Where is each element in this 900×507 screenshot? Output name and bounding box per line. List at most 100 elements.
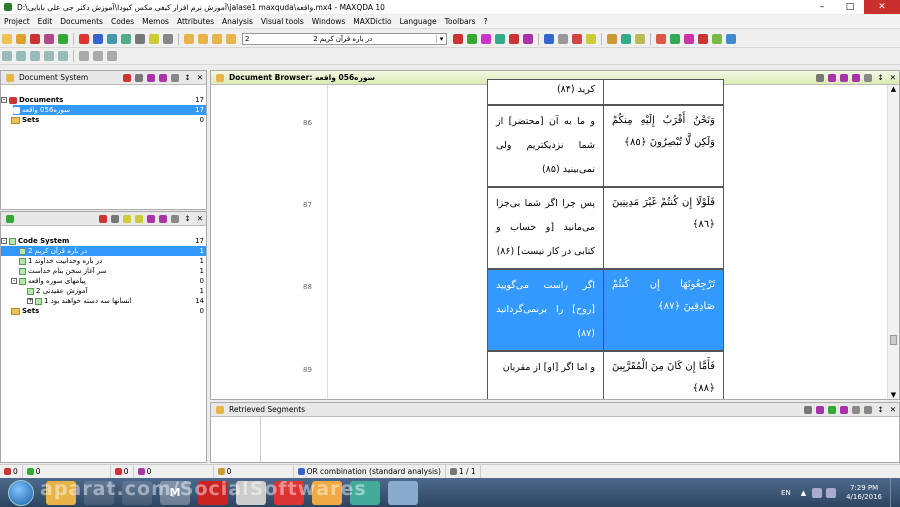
chain-icon[interactable]: [79, 34, 89, 44]
close-icon[interactable]: ✕: [194, 214, 206, 223]
menu-documents[interactable]: Documents: [56, 17, 107, 26]
highlight-icon[interactable]: [467, 34, 477, 44]
shield-icon[interactable]: [607, 34, 617, 44]
sigma-icon[interactable]: [544, 34, 554, 44]
bars-icon[interactable]: [712, 34, 722, 44]
code-sets-item[interactable]: Sets 0: [1, 306, 206, 316]
export-icon[interactable]: [147, 73, 156, 82]
close-icon[interactable]: ✕: [194, 73, 206, 82]
menu-edit[interactable]: Edit: [34, 17, 57, 26]
print-icon[interactable]: [816, 73, 825, 82]
search-icon[interactable]: [163, 34, 173, 44]
print-icon[interactable]: [804, 405, 813, 414]
collapse-toggle[interactable]: -: [1, 238, 7, 244]
people-icon[interactable]: [656, 34, 666, 44]
code-item-selected[interactable]: در باره قرآن کریم 2 1: [1, 246, 206, 256]
arrow-right-icon[interactable]: [30, 51, 40, 61]
collapse-icon[interactable]: [93, 51, 103, 61]
overview-icon[interactable]: [572, 34, 582, 44]
volume-icon[interactable]: [826, 487, 837, 498]
code-system-root[interactable]: - Code System 17: [1, 236, 206, 246]
import-icon[interactable]: [30, 34, 40, 44]
emoticode-icon[interactable]: [495, 34, 505, 44]
show-desktop-button[interactable]: [890, 478, 900, 507]
filter-icon[interactable]: [159, 73, 168, 82]
tree-icon[interactable]: [684, 34, 694, 44]
pin-icon[interactable]: ↕: [181, 73, 193, 82]
memo-icon[interactable]: [840, 405, 849, 414]
taskbar-window-icon[interactable]: [388, 480, 418, 505]
export-icon[interactable]: [816, 405, 825, 414]
refresh-icon[interactable]: [58, 51, 68, 61]
export-icon[interactable]: [147, 214, 156, 223]
new-project-icon[interactable]: [2, 34, 12, 44]
filter-icon[interactable]: [159, 214, 168, 223]
table-icon[interactable]: [121, 34, 131, 44]
pin-icon[interactable]: ↕: [181, 214, 193, 223]
activate-icon[interactable]: [123, 73, 132, 82]
book-icon[interactable]: [621, 34, 631, 44]
close-icon[interactable]: ✕: [887, 73, 899, 82]
chart-icon[interactable]: [670, 34, 680, 44]
documents-root[interactable]: - Documents 17: [1, 95, 206, 105]
start-button[interactable]: [8, 479, 34, 506]
link-icon[interactable]: [44, 34, 54, 44]
code-item[interactable]: سر آغاز سخن بنام خداست 1: [1, 266, 206, 276]
grid-icon[interactable]: [107, 34, 117, 44]
print-icon[interactable]: [111, 214, 120, 223]
code-icon[interactable]: [58, 34, 68, 44]
pin-icon[interactable]: ↕: [874, 405, 886, 414]
menu-attributes[interactable]: Attributes: [173, 17, 218, 26]
layout-icon[interactable]: [107, 51, 117, 61]
activate-icon[interactable]: [99, 214, 108, 223]
scroll-thumb[interactable]: [890, 335, 897, 345]
open-project-icon[interactable]: [16, 34, 26, 44]
retrieved-icon[interactable]: [226, 34, 236, 44]
chevron-down-icon[interactable]: ▾: [436, 35, 446, 43]
notes-icon[interactable]: [149, 34, 159, 44]
memo-icon[interactable]: [586, 34, 596, 44]
print-icon[interactable]: [135, 73, 144, 82]
menu-project[interactable]: Project: [0, 17, 34, 26]
memo-icon[interactable]: [852, 73, 861, 82]
uncode-icon[interactable]: [523, 34, 533, 44]
browser-icon[interactable]: [212, 34, 222, 44]
pin-icon[interactable]: ↕: [874, 73, 886, 82]
minimize-button[interactable]: –: [808, 0, 836, 14]
color-code-icon[interactable]: [481, 34, 491, 44]
code-item[interactable]: - پیامهای سوره واقعه 0: [1, 276, 206, 286]
file-icon[interactable]: [635, 34, 645, 44]
code-combo[interactable]: 2 در باره قرآن کریم 2 ▾: [242, 33, 447, 45]
clock[interactable]: 7:29 PM 4/16/2016: [838, 484, 890, 502]
code-pen-icon[interactable]: [453, 34, 463, 44]
list-icon[interactable]: [558, 34, 568, 44]
document-content[interactable]: 86 87 88 89 کرید (۸۴) و ما به آن [محتضر]…: [211, 79, 899, 399]
menu-help[interactable]: ?: [480, 17, 492, 26]
palette-icon[interactable]: [726, 34, 736, 44]
memo-icon[interactable]: [135, 214, 144, 223]
tray-up-icon[interactable]: ▲: [797, 489, 810, 497]
text-retrieve-icon[interactable]: [93, 34, 103, 44]
close-icon[interactable]: ✕: [887, 405, 899, 414]
language-indicator[interactable]: EN: [775, 489, 797, 497]
menu-windows[interactable]: Windows: [308, 17, 349, 26]
menu-memos[interactable]: Memos: [138, 17, 173, 26]
code-item[interactable]: آموزش عقیدتی 2 1: [1, 286, 206, 296]
close-button[interactable]: ✕: [864, 0, 900, 14]
search-icon[interactable]: [864, 73, 873, 82]
code-item[interactable]: در باره وحدانیت خداوند 1 1: [1, 256, 206, 266]
doc-system-icon[interactable]: [184, 34, 194, 44]
collapse-toggle[interactable]: -: [11, 278, 17, 284]
sets-item[interactable]: Sets 0: [1, 115, 206, 125]
code-system-icon[interactable]: [198, 34, 208, 44]
scroll-down-icon[interactable]: ▼: [888, 391, 899, 399]
export-icon[interactable]: [828, 73, 837, 82]
expand-toggle[interactable]: +: [27, 298, 33, 304]
document-item[interactable]: سوره056 واقعه 17: [13, 105, 206, 115]
expand-icon[interactable]: [79, 51, 89, 61]
excel-icon[interactable]: [828, 405, 837, 414]
menu-language[interactable]: Language: [396, 17, 441, 26]
search-icon[interactable]: [171, 214, 180, 223]
arrow-up-icon[interactable]: [2, 51, 12, 61]
code-item[interactable]: + انسانها سه دسته خواهند بود 1 14: [1, 296, 206, 306]
